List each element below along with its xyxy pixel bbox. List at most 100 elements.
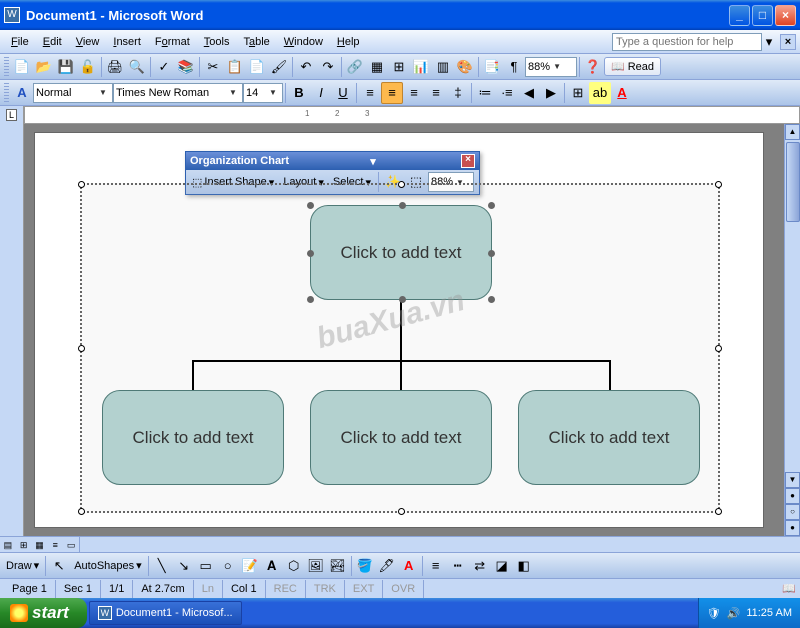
line-color-icon[interactable]: 🖊 — [376, 555, 398, 577]
browse-prev-icon[interactable]: ● — [785, 488, 800, 504]
orgchart-toolbar-title[interactable]: Organization Chart ▾ × — [186, 152, 479, 170]
font-color-draw-icon[interactable]: A — [398, 555, 420, 577]
reading-view-icon[interactable]: ▭ — [63, 537, 79, 553]
increase-indent-icon[interactable]: ▶ — [540, 82, 562, 104]
fill-color-icon[interactable]: 🪣 — [354, 555, 376, 577]
menu-window[interactable]: Window — [277, 34, 330, 50]
status-book-icon[interactable]: 📖 — [782, 582, 796, 595]
autoshapes-button[interactable]: AutoShapes ▾ — [70, 557, 145, 574]
italic-button[interactable]: I — [310, 82, 332, 104]
doc-close-button[interactable]: × — [780, 34, 796, 50]
align-left-icon[interactable]: ≡ — [359, 82, 381, 104]
orgbox-text[interactable]: Click to add text — [549, 428, 670, 448]
styles-pane-icon[interactable]: A — [11, 82, 33, 104]
excel-icon[interactable]: 📊 — [410, 56, 432, 78]
horizontal-ruler[interactable]: L 1 2 3 — [0, 106, 800, 124]
toolbar-grip[interactable] — [4, 57, 9, 77]
3d-icon[interactable]: ◧ — [513, 555, 535, 577]
resize-handle[interactable] — [78, 345, 85, 352]
orgbox-text[interactable]: Click to add text — [133, 428, 254, 448]
underline-button[interactable]: U — [332, 82, 354, 104]
menu-format[interactable]: Format — [148, 34, 197, 50]
wordart-icon[interactable]: 𝐀 — [261, 555, 283, 577]
textbox-icon[interactable]: 📝 — [239, 555, 261, 577]
tables-borders-icon[interactable]: ▦ — [366, 56, 388, 78]
style-dropdown[interactable]: Normal▼ — [33, 83, 113, 103]
zoom-dropdown[interactable]: 88%▼ — [525, 57, 577, 77]
toolbar-close-button[interactable]: × — [461, 154, 475, 168]
picture-icon[interactable]: 🏞 — [327, 555, 349, 577]
status-ovr[interactable]: OVR — [383, 580, 424, 598]
menu-help[interactable]: Help — [330, 34, 367, 50]
taskbar-item-word[interactable]: W Document1 - Microsof... — [89, 601, 242, 625]
resize-handle[interactable] — [715, 181, 722, 188]
borders-icon[interactable]: ⊞ — [567, 82, 589, 104]
tray-icon[interactable]: 🛡 — [707, 607, 721, 620]
align-center-icon[interactable]: ≡ — [381, 82, 403, 104]
arrow-icon[interactable]: ↘ — [173, 555, 195, 577]
dash-style-icon[interactable]: ┅ — [447, 555, 469, 577]
resize-handle[interactable] — [398, 508, 405, 515]
line-icon[interactable]: ╲ — [151, 555, 173, 577]
clock[interactable]: 11:25 AM — [746, 607, 792, 619]
undo-icon[interactable]: ↶ — [295, 56, 317, 78]
spellcheck-icon[interactable]: ✓ — [153, 56, 175, 78]
help-search-input[interactable] — [612, 33, 762, 51]
line-spacing-icon[interactable]: ‡ — [447, 82, 469, 104]
browse-object-icon[interactable]: ○ — [785, 504, 800, 520]
justify-icon[interactable]: ≡ — [425, 82, 447, 104]
numbering-icon[interactable]: ≔ — [474, 82, 496, 104]
bullets-icon[interactable]: ∙≡ — [496, 82, 518, 104]
orgchart-box-2[interactable]: Click to add text — [310, 390, 492, 485]
system-tray[interactable]: 🛡 🔊 11:25 AM — [698, 598, 800, 628]
horizontal-scrollbar[interactable] — [80, 537, 800, 552]
tray-icon[interactable]: 🔊 — [727, 607, 741, 620]
orgchart-top-box[interactable]: Click to add text — [310, 205, 492, 300]
permission-icon[interactable]: 🔓 — [77, 56, 99, 78]
arrow-style-icon[interactable]: ⇄ — [469, 555, 491, 577]
font-dropdown[interactable]: Times New Roman▼ — [113, 83, 243, 103]
decrease-indent-icon[interactable]: ◀ — [518, 82, 540, 104]
columns-icon[interactable]: ▥ — [432, 56, 454, 78]
web-view-icon[interactable]: ⊞ — [16, 537, 32, 553]
menu-view[interactable]: View — [69, 34, 107, 50]
paste-icon[interactable]: 📄 — [246, 56, 268, 78]
toolbar-grip[interactable] — [4, 83, 9, 103]
status-trk[interactable]: TRK — [306, 580, 345, 598]
status-ext[interactable]: EXT — [345, 580, 383, 598]
clipart-icon[interactable]: 🖼 — [305, 555, 327, 577]
font-size-dropdown[interactable]: 14▼ — [243, 83, 283, 103]
rectangle-icon[interactable]: ▭ — [195, 555, 217, 577]
hyperlink-icon[interactable]: 🔗 — [344, 56, 366, 78]
menu-file[interactable]: File — [4, 34, 36, 50]
normal-view-icon[interactable]: ▤ — [0, 537, 16, 553]
menu-edit[interactable]: Edit — [36, 34, 69, 50]
toolbar-options-icon[interactable]: ▾ — [370, 155, 376, 168]
oval-icon[interactable]: ○ — [217, 555, 239, 577]
menu-table[interactable]: Table — [236, 34, 276, 50]
vertical-ruler[interactable] — [0, 124, 24, 536]
save-icon[interactable]: 💾 — [55, 56, 77, 78]
insert-table-icon[interactable]: ⊞ — [388, 56, 410, 78]
new-doc-icon[interactable]: 📄 — [11, 56, 33, 78]
draw-menu-button[interactable]: Draw ▾ — [2, 557, 43, 574]
select-objects-icon[interactable]: ↖ — [48, 555, 70, 577]
resize-handle[interactable] — [715, 508, 722, 515]
print-preview-icon[interactable]: 🔍 — [126, 56, 148, 78]
orgbox-text[interactable]: Click to add text — [341, 428, 462, 448]
open-icon[interactable]: 📂 — [33, 56, 55, 78]
print-icon[interactable]: 🖨 — [104, 56, 126, 78]
print-view-icon[interactable]: ▦ — [32, 537, 48, 553]
show-hide-icon[interactable]: ¶ — [503, 56, 525, 78]
close-button[interactable]: × — [775, 5, 796, 26]
start-button[interactable]: start — [0, 598, 87, 628]
bold-button[interactable]: B — [288, 82, 310, 104]
outline-view-icon[interactable]: ≡ — [47, 537, 63, 553]
resize-handle[interactable] — [78, 508, 85, 515]
font-color-icon[interactable]: A — [611, 82, 633, 104]
resize-handle[interactable] — [78, 181, 85, 188]
highlight-icon[interactable]: ab — [589, 82, 611, 104]
research-icon[interactable]: 📚 — [175, 56, 197, 78]
read-button[interactable]: 📖 Read — [604, 57, 661, 76]
scroll-down-icon[interactable]: ▼ — [785, 472, 800, 488]
